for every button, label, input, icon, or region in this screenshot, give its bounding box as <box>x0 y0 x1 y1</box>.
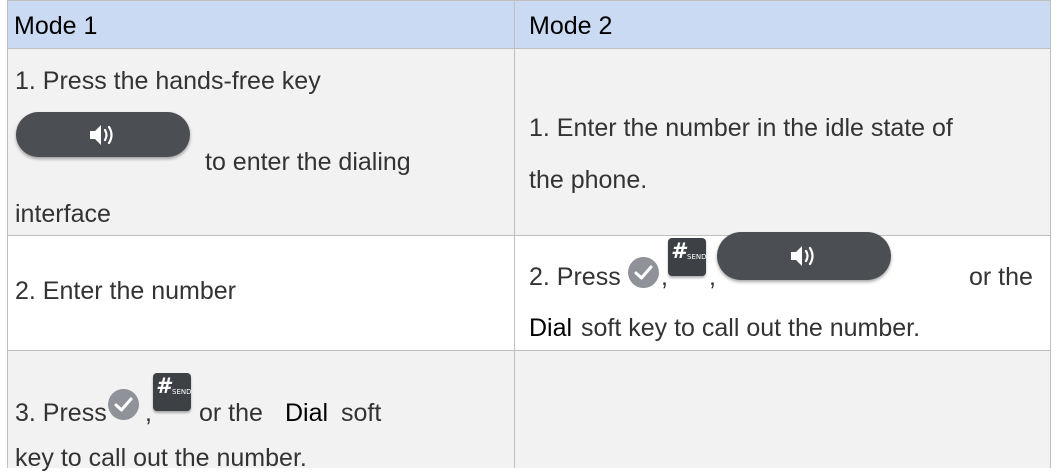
row2-mode2-line2: soft key to call out the number. <box>581 314 921 342</box>
row3-mode1-dial: Dial <box>285 399 329 427</box>
send-key-label: SEND <box>172 388 191 396</box>
row3-mode2-cell <box>515 351 1051 468</box>
row2-mode2-sep1: , <box>661 263 668 291</box>
header-mode-1: Mode 1 <box>7 0 515 49</box>
row2-mode2-dial: Dial <box>529 314 573 342</box>
speaker-icon <box>90 125 113 145</box>
send-key-hash: # <box>671 239 686 263</box>
row1-mode1-cell: 1. Press the hands-free key to enter the… <box>7 49 515 236</box>
row1-mode1-line1: 1. Press the hands-free key <box>15 67 321 95</box>
row1-mode2-line2: the phone. <box>529 166 648 194</box>
row3-mode1-line2: key to call out the number. <box>15 444 307 472</box>
row3-mode1-suffix2: soft <box>341 399 382 427</box>
header-mode-1-label: Mode 1 <box>14 12 98 40</box>
hands-free-key <box>16 112 190 157</box>
header-mode-2-label: Mode 2 <box>529 12 613 40</box>
check-icon <box>108 389 139 420</box>
row1-mode1-line3: interface <box>15 200 111 228</box>
header-mode-2: Mode 2 <box>515 0 1051 49</box>
row1-mode2-line1: 1. Enter the number in the idle state of <box>529 114 953 142</box>
row2-mode2-suffix: or the <box>969 263 1033 291</box>
row2-mode1-line1: 2. Enter the number <box>15 277 236 305</box>
send-key: # SEND <box>668 238 706 276</box>
row3-mode1-sep1: , <box>145 399 152 427</box>
hands-free-key-2 <box>717 232 891 280</box>
row3-mode1-suffix: or the <box>199 399 263 427</box>
send-key: # SEND <box>153 373 191 411</box>
row2-mode1-cell: 2. Enter the number <box>7 236 515 351</box>
row3-mode1-cell: 3. Press , # SEND or the Dial soft key t… <box>7 351 515 472</box>
row3-mode1-prefix: 3. Press <box>15 399 107 427</box>
row1-mode1-line2: to enter the dialing <box>205 148 411 176</box>
row2-mode2-cell: 2. Press , # SEND , or the Dial soft key… <box>515 232 1051 351</box>
row2-mode2-sep2: , <box>709 263 716 291</box>
check-icon <box>628 257 659 288</box>
row1-mode2-cell: 1. Enter the number in the idle state of… <box>515 49 1051 236</box>
send-key-hash: # <box>156 374 171 398</box>
modes-table: Mode 1 Mode 2 1. Press the hands-free ke… <box>7 0 1051 472</box>
row2-mode2-prefix: 2. Press <box>529 263 621 291</box>
speaker-icon <box>791 246 814 266</box>
send-key-label: SEND <box>687 253 706 261</box>
